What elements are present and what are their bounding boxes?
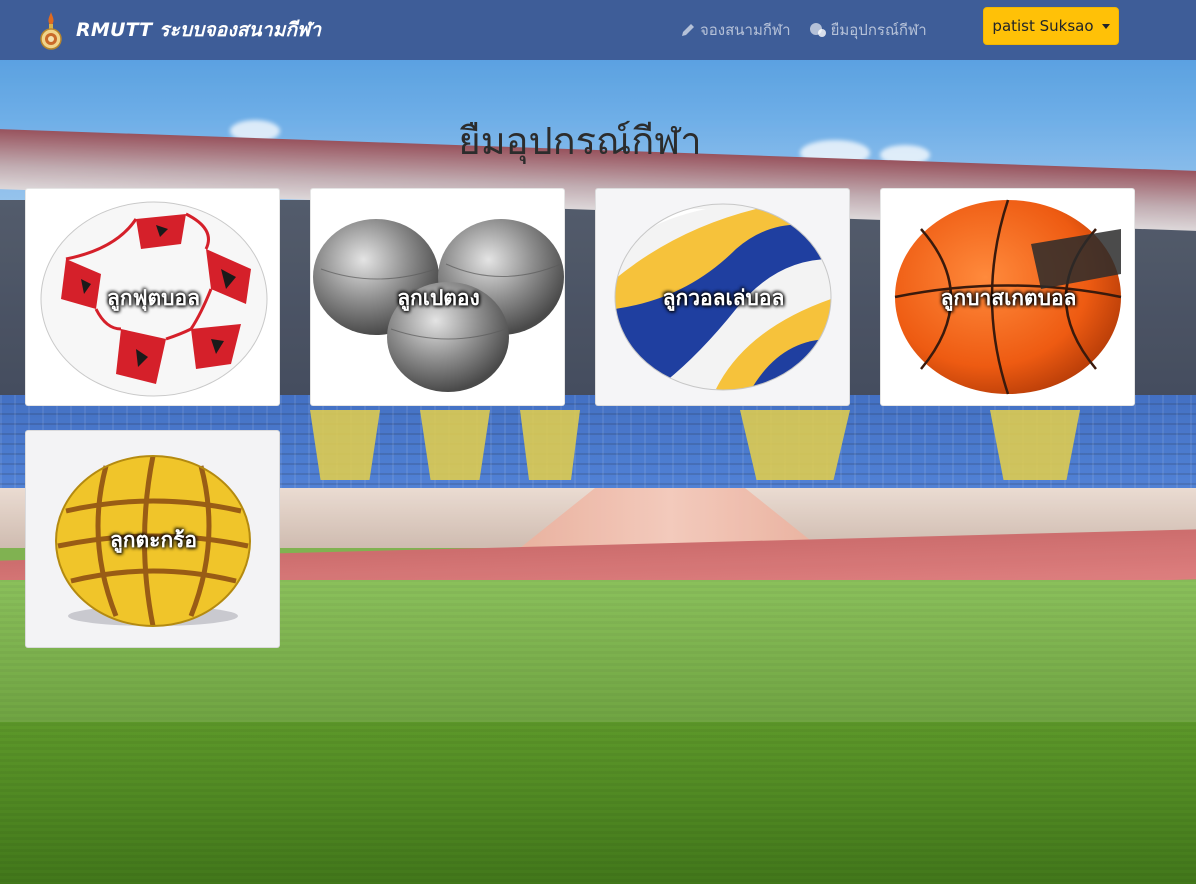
equipment-card-label: ลูกวอลเล่บอล bbox=[662, 286, 785, 310]
pencil-icon bbox=[680, 22, 696, 38]
brand-title: RMUTT ระบบจองสนามกีฬา bbox=[76, 19, 322, 41]
nav-link-label: จองสนามกีฬา bbox=[700, 21, 791, 39]
equipment-card-petanque[interactable]: ลูกเปตอง bbox=[310, 188, 565, 406]
equipment-icon bbox=[809, 22, 827, 38]
nav-link-borrow-equipment[interactable]: ยืมอุปกรณ์กีฬา bbox=[809, 18, 927, 42]
nav-links: จองสนามกีฬา ยืมอุปกรณ์กีฬา bbox=[680, 0, 927, 60]
equipment-card-label: ลูกฟุตบอล bbox=[107, 286, 200, 310]
equipment-card-takraw[interactable]: ลูกตะกร้อ bbox=[25, 430, 280, 648]
university-logo-icon bbox=[38, 10, 64, 50]
equipment-card-basketball[interactable]: ลูกบาสเกตบอล bbox=[880, 188, 1135, 406]
caret-down-icon bbox=[1101, 23, 1110, 29]
equipment-card-volleyball[interactable]: ลูกวอลเล่บอล bbox=[595, 188, 850, 406]
nav-link-label: ยืมอุปกรณ์กีฬา bbox=[830, 21, 927, 39]
equipment-card-label: ลูกบาสเกตบอล bbox=[940, 286, 1077, 310]
equipment-card-football[interactable]: ลูกฟุตบอล bbox=[25, 188, 280, 406]
user-menu-button[interactable]: patist Suksao bbox=[983, 7, 1119, 45]
brand[interactable]: RMUTT ระบบจองสนามกีฬา bbox=[38, 10, 321, 50]
nav-link-book-field[interactable]: จองสนามกีฬา bbox=[680, 18, 791, 42]
equipment-card-label: ลูกตะกร้อ bbox=[109, 528, 198, 552]
user-name: patist Suksao bbox=[992, 17, 1094, 35]
page-title: ยืมอุปกรณ์กีฬา bbox=[458, 119, 702, 163]
equipment-card-label: ลูกเปตอง bbox=[397, 286, 480, 310]
top-navbar: RMUTT ระบบจองสนามกีฬา จองสนามกีฬา ยืมอุป… bbox=[0, 0, 1196, 60]
